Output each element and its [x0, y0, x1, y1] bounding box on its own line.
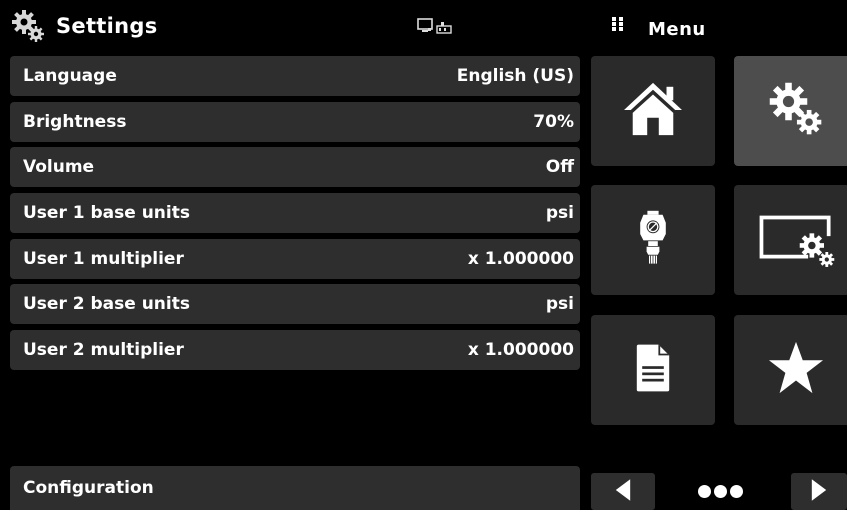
- page-dot: [697, 484, 711, 498]
- display-settings-tile[interactable]: [734, 185, 847, 295]
- page-indicator: [690, 481, 750, 501]
- documents-tile[interactable]: [591, 315, 715, 425]
- display-network-icon: [417, 17, 457, 37]
- setting-label: Brightness: [23, 112, 127, 132]
- setting-value: 70%: [533, 112, 574, 132]
- setting-row-user1-multiplier[interactable]: User 1 multiplier x 1.000000: [10, 239, 580, 279]
- favorites-tile[interactable]: [734, 315, 847, 425]
- star-icon: [767, 340, 825, 400]
- setting-row-user1-base-units[interactable]: User 1 base units psi: [10, 193, 580, 233]
- setting-value: x 1.000000: [467, 249, 574, 269]
- gears-icon: [11, 9, 45, 43]
- setting-label: Volume: [23, 157, 95, 177]
- setting-value: psi: [545, 203, 574, 223]
- page-dot: [729, 484, 743, 498]
- page-dot: [713, 484, 727, 498]
- setting-value: x 1.000000: [467, 340, 574, 360]
- display-gear-icon: [754, 208, 838, 272]
- previous-page-button[interactable]: [591, 473, 655, 510]
- menu-label[interactable]: Menu: [648, 19, 706, 40]
- page-title: Settings: [56, 14, 158, 38]
- setting-label: User 2 multiplier: [23, 340, 184, 360]
- triangle-left-icon: [614, 478, 632, 506]
- setting-label: Language: [23, 66, 117, 86]
- transducer-icon: [637, 208, 669, 272]
- home-icon: [622, 81, 684, 141]
- settings-tile[interactable]: [734, 56, 847, 166]
- home-tile[interactable]: [591, 56, 715, 166]
- sensor-tile[interactable]: [591, 185, 715, 295]
- setting-value: Off: [545, 157, 574, 177]
- triangle-right-icon: [810, 478, 828, 506]
- setting-label: User 1 base units: [23, 203, 190, 223]
- setting-value: English (US): [456, 66, 574, 86]
- next-page-button[interactable]: [791, 473, 847, 510]
- setting-row-user2-multiplier[interactable]: User 2 multiplier x 1.000000: [10, 330, 580, 370]
- grip-icon: [611, 16, 625, 32]
- document-icon: [635, 342, 671, 398]
- gears-icon: [766, 79, 826, 143]
- setting-row-volume[interactable]: Volume Off: [10, 147, 580, 187]
- setting-row-user2-base-units[interactable]: User 2 base units psi: [10, 284, 580, 324]
- setting-row-brightness[interactable]: Brightness 70%: [10, 102, 580, 142]
- configuration-tab[interactable]: Configuration: [10, 466, 580, 510]
- setting-value: psi: [545, 294, 574, 314]
- setting-row-language[interactable]: Language English (US): [10, 56, 580, 96]
- setting-label: User 2 base units: [23, 294, 190, 314]
- setting-label: User 1 multiplier: [23, 249, 184, 269]
